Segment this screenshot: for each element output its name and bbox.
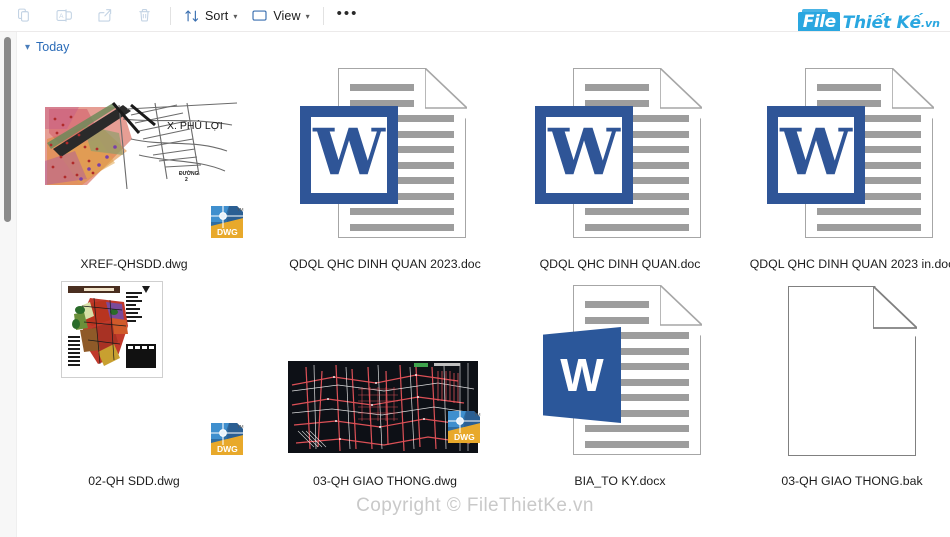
word-logo-badge: W: [300, 106, 398, 204]
file-name-label: BIA_TO KY.docx: [574, 474, 666, 488]
word-logo-badge: W: [543, 327, 621, 423]
file-name-label: QDQL QHC DINH QUAN 2023 in.doc: [749, 257, 950, 271]
dwg-map-thumbnail: [60, 281, 163, 378]
file-tile[interactable]: 03-QH GIAO THONG.bak: [737, 275, 950, 490]
group-header-today[interactable]: ▾ Today: [25, 38, 69, 56]
file-name-label: 03-QH GIAO THONG.bak: [781, 474, 923, 488]
dwg-badge-icon: DWG TM: [446, 409, 482, 445]
view-label: View: [273, 8, 301, 23]
see-more-button[interactable]: •••: [330, 3, 366, 29]
share-button[interactable]: [84, 3, 124, 29]
file-tile[interactable]: W QDQL QHC DINH QUAN.doc: [505, 58, 735, 273]
file-name-label: 02-QH SDD.dwg: [88, 474, 180, 488]
page-fold-icon: [873, 286, 917, 329]
file-name-label: XREF-QHSDD.dwg: [80, 257, 188, 271]
group-title: Today: [36, 40, 70, 54]
file-name-label: QDQL QHC DINH QUAN 2023.doc: [289, 257, 481, 271]
chevron-down-icon: ▾: [233, 12, 238, 21]
copy-icon: [17, 8, 29, 22]
word-letter: W: [780, 115, 852, 190]
thumbnail-caption: X. PHÚ LỢI: [167, 119, 223, 132]
scrollbar-thumb[interactable]: [4, 37, 11, 222]
view-button[interactable]: View ▾: [244, 3, 316, 29]
file-thumbnail: [737, 275, 950, 467]
file-tile[interactable]: DWG TM 03-QH GIAO THONG.dwg: [270, 275, 500, 490]
file-tile[interactable]: W QDQL QHC DINH QUAN 2023 in.doc: [737, 58, 950, 273]
file-thumbnail: W: [270, 58, 500, 250]
dwg-badge-icon: DWG TM: [209, 421, 245, 457]
word-letter: W: [548, 115, 620, 190]
blank-file-icon: [788, 286, 917, 456]
chevron-down-icon: ▾: [305, 12, 310, 21]
file-thumbnail: DWG TM: [270, 275, 500, 467]
word-logo-badge: W: [767, 106, 865, 204]
trash-icon: [138, 8, 150, 22]
word-doc-icon: W: [300, 68, 470, 240]
vertical-scrollbar[interactable]: [0, 32, 17, 537]
svg-text:DWG: DWG: [454, 432, 475, 442]
file-explorer-window: A Sort ▾ View ▾ ••• File Thiết Kế .vn ▾ …: [0, 0, 950, 537]
file-name-label: 03-QH GIAO THONG.dwg: [313, 474, 457, 488]
toolbar-separator-2: [322, 6, 324, 25]
svg-text:ĐƯỜNG: ĐƯỜNG: [179, 169, 199, 177]
chevron-down-icon: ▾: [25, 42, 31, 53]
sort-label: Sort: [205, 8, 229, 23]
word-doc-icon: W: [767, 68, 937, 240]
ellipsis-icon: •••: [336, 5, 359, 22]
word-docx-icon: W: [535, 285, 705, 457]
svg-text:DWG: DWG: [217, 227, 238, 237]
sort-icon: [185, 9, 199, 22]
file-thumbnail: W: [737, 58, 950, 250]
monitor-icon: [252, 9, 267, 21]
word-letter: W: [560, 349, 604, 401]
dwg-badge-icon: DWG TM: [209, 204, 245, 240]
toolbar-separator-1: [170, 6, 171, 25]
copy-button[interactable]: [4, 3, 44, 29]
dwg-map-thumbnail: X. PHÚ LỢI ĐƯỜNG 2: [26, 99, 242, 194]
rename-icon: A: [56, 9, 72, 22]
file-tile[interactable]: W BIA_TO KY.docx: [505, 275, 735, 490]
rename-button[interactable]: A: [44, 3, 84, 29]
svg-text:TM: TM: [237, 207, 244, 212]
file-grid-area: ▾ Today X. PHÚ LỢI ĐƯỜNG 2 DWG TM XREF-Q…: [17, 32, 950, 537]
file-thumbnail: W: [505, 275, 735, 467]
copyright-watermark: Copyright © FileThietKe.vn: [356, 495, 594, 516]
logo-vn-text: .vn: [920, 16, 940, 30]
file-name-label: QDQL QHC DINH QUAN.doc: [539, 257, 701, 271]
logo-thietke-text: Thiết Kế: [842, 13, 921, 33]
toolbar: A Sort ▾ View ▾ ••• File Thiết Kế .vn: [0, 0, 950, 34]
svg-text:A: A: [59, 13, 64, 20]
file-thumbnail: W: [505, 58, 735, 250]
share-icon: [97, 9, 111, 22]
file-tile[interactable]: W QDQL QHC DINH QUAN 2023.doc: [270, 58, 500, 273]
svg-text:2: 2: [185, 177, 188, 183]
file-tile[interactable]: X. PHÚ LỢI ĐƯỜNG 2 DWG TM XREF-QHSDD.dwg: [19, 58, 249, 273]
word-letter: W: [313, 115, 385, 190]
svg-text:TM: TM: [474, 412, 481, 417]
svg-text:DWG: DWG: [217, 444, 238, 454]
word-logo-badge: W: [535, 106, 633, 204]
delete-button[interactable]: [124, 3, 164, 29]
svg-text:TM: TM: [237, 424, 244, 429]
sort-button[interactable]: Sort ▾: [177, 3, 244, 29]
file-tile[interactable]: DWG TM 02-QH SDD.dwg: [19, 275, 249, 490]
word-doc-icon: W: [535, 68, 705, 240]
